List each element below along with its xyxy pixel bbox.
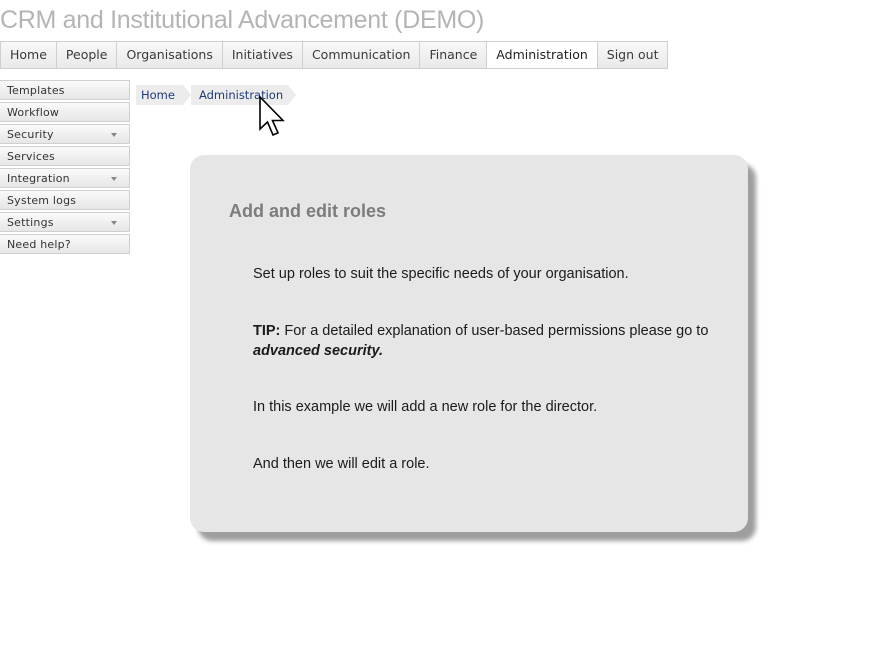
sidebar-item-settings[interactable]: Settings — [0, 212, 130, 232]
tutorial-card: Add and edit roles Set up roles to suit … — [190, 155, 748, 532]
tab-finance[interactable]: Finance — [420, 42, 488, 68]
sidebar-item-label: Settings — [7, 216, 54, 229]
intro-text: Set up roles to suit the specific needs … — [253, 266, 629, 282]
sidebar-item-label: Integration — [7, 172, 70, 185]
sidebar-item-services[interactable]: Services — [0, 146, 130, 166]
tab-sign-out[interactable]: Sign out — [597, 42, 669, 68]
sidebar-item-label: Services — [7, 150, 55, 163]
tip-text: TIP: For a detailed explanation of user-… — [253, 321, 713, 361]
breadcrumb-home[interactable]: Home — [136, 85, 193, 105]
sidebar-item-label: Security — [7, 128, 54, 141]
sidebar-item-security[interactable]: Security — [0, 124, 130, 144]
tab-communication[interactable]: Communication — [302, 42, 421, 68]
sidebar: Templates Workflow Security Services Int… — [0, 80, 130, 256]
example-text: In this example we will add a new role f… — [253, 399, 598, 415]
sidebar-item-workflow[interactable]: Workflow — [0, 102, 130, 122]
chevron-down-icon — [111, 133, 117, 137]
sidebar-item-need-help[interactable]: Need help? — [0, 234, 130, 254]
chevron-down-icon — [111, 177, 117, 181]
tab-organisations[interactable]: Organisations — [117, 42, 223, 68]
chevron-down-icon — [111, 221, 117, 225]
sidebar-item-integration[interactable]: Integration — [0, 168, 130, 188]
card-heading: Add and edit roles — [229, 201, 387, 221]
tip-body: For a detailed explanation of user-based… — [280, 323, 709, 339]
sidebar-item-label: Need help? — [7, 238, 71, 251]
sidebar-item-system-logs[interactable]: System logs — [0, 190, 130, 210]
sidebar-item-label: Templates — [7, 84, 65, 97]
app-title: CRM and Institutional Advancement (DEMO) — [0, 6, 485, 34]
sidebar-item-label: System logs — [7, 194, 77, 207]
tab-administration[interactable]: Administration — [487, 42, 598, 68]
edit-role-text: And then we will edit a role. — [253, 456, 430, 472]
mouse-pointer-icon — [259, 96, 285, 137]
sidebar-item-templates[interactable]: Templates — [0, 80, 130, 100]
top-navigation: Home People Organisations Initiatives Co… — [0, 41, 669, 69]
advanced-security-link[interactable]: advanced security. — [253, 343, 383, 359]
tip-label: TIP: — [253, 323, 281, 339]
tab-initiatives[interactable]: Initiatives — [222, 42, 303, 68]
sidebar-item-label: Workflow — [7, 106, 60, 119]
tab-home[interactable]: Home — [1, 42, 57, 68]
tab-people[interactable]: People — [56, 42, 118, 68]
